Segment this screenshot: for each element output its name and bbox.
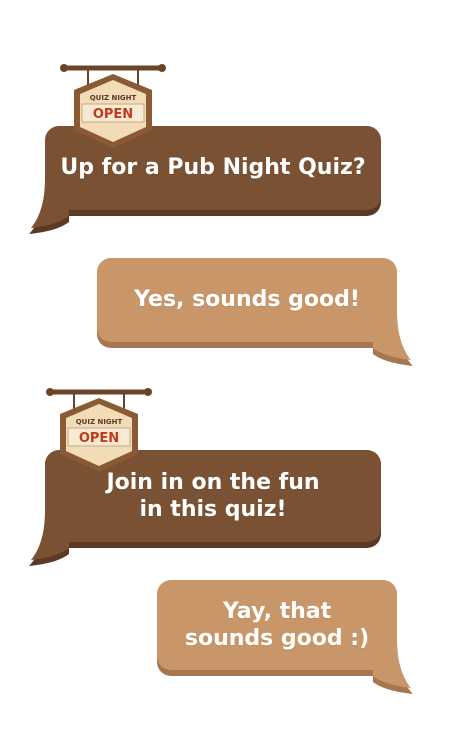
sign-top-label: QUIZ NIGHT bbox=[76, 418, 123, 426]
sign-top-label: QUIZ NIGHT bbox=[90, 94, 137, 102]
sign-open-label: OPEN bbox=[93, 107, 133, 122]
sign-bar-knob-right bbox=[144, 388, 152, 396]
sign-bar-knob-right bbox=[158, 64, 166, 72]
quiz-night-sign: QUIZ NIGHT OPEN bbox=[46, 388, 152, 472]
bubble-tail bbox=[29, 180, 69, 234]
message-text: Up for a Pub Night Quiz? bbox=[60, 155, 366, 181]
sign-bar-knob-left bbox=[60, 64, 68, 72]
message-text: Join in on the fun in this quiz! bbox=[106, 469, 320, 523]
message-text: Yay, that sounds good :) bbox=[184, 598, 370, 652]
sign-open-label: OPEN bbox=[79, 431, 119, 446]
message-text: Yes, sounds good! bbox=[134, 287, 360, 313]
bubble-tail bbox=[373, 312, 413, 366]
quiz-night-sign: QUIZ NIGHT OPEN bbox=[60, 64, 166, 148]
bubble-tail bbox=[373, 640, 413, 694]
sign-bar-knob-left bbox=[46, 388, 54, 396]
message-bubble: Yes, sounds good! bbox=[97, 258, 413, 366]
message-bubble: Yay, that sounds good :) bbox=[157, 580, 413, 694]
bubble-tail bbox=[29, 512, 69, 566]
